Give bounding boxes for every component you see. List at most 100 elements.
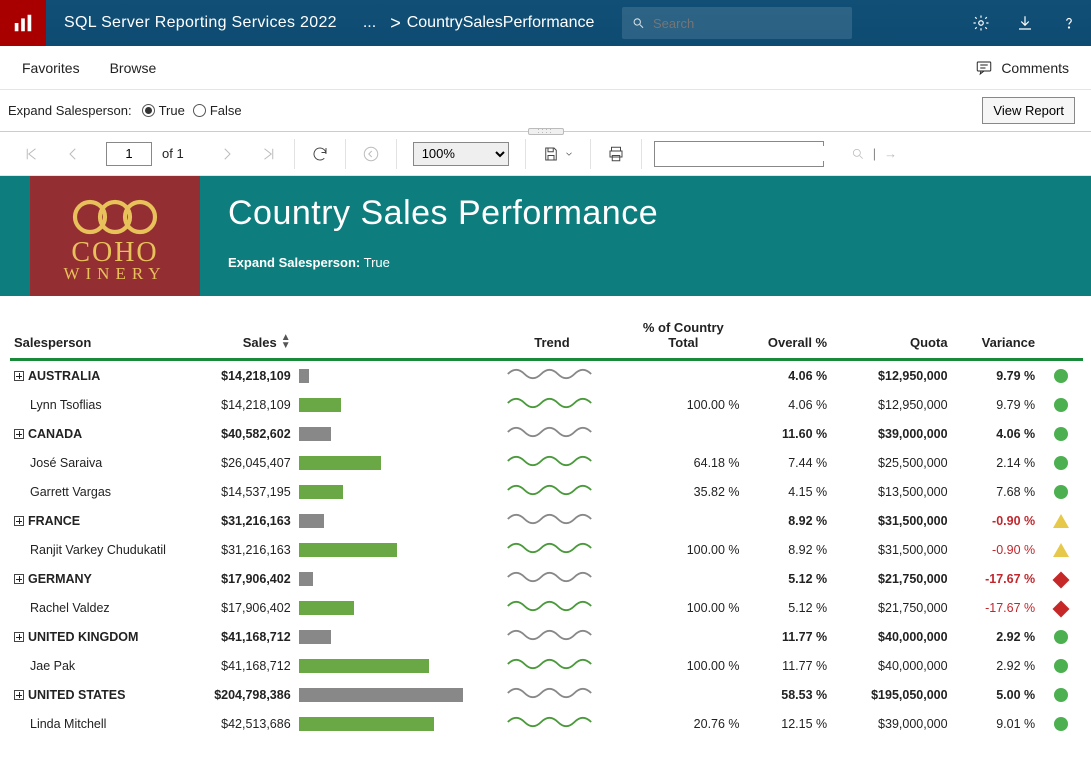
expand-toggle-icon[interactable] [14,371,24,381]
first-page-button[interactable] [10,132,52,176]
sparkline-icon [497,509,607,529]
expand-toggle-icon[interactable] [14,516,24,526]
print-icon [607,145,625,163]
cell-overall: 5.12 % [744,564,832,593]
search-input[interactable] [653,16,842,31]
radio-true[interactable]: True [142,103,185,118]
cell-name: José Saraiva [10,448,196,477]
cell-trend [481,360,623,391]
radio-dot-empty-icon [193,104,206,117]
back-button[interactable] [350,132,392,176]
expand-toggle-icon[interactable] [14,690,24,700]
cell-name[interactable]: GERMANY [10,564,196,593]
next-page-button[interactable] [206,132,248,176]
breadcrumb-page[interactable]: CountrySalesPerformance [407,14,595,32]
cell-sales: $41,168,712 [196,622,295,651]
cell-overall: 11.60 % [744,419,832,448]
cell-name[interactable]: UNITED STATES [10,680,196,709]
status-indicator-icon [1054,659,1068,673]
find-search-icon[interactable] [851,147,865,161]
save-icon [542,145,560,163]
table-row-group: FRANCE$31,216,1638.92 %$31,500,000-0.90 … [10,506,1083,535]
expand-toggle-icon[interactable] [14,429,24,439]
last-page-icon [260,145,278,163]
app-logo[interactable] [0,0,46,46]
cell-sales: $26,045,407 [196,448,295,477]
refresh-button[interactable] [299,132,341,176]
cell-pct [623,680,743,709]
breadcrumb-ellipsis[interactable]: ... [355,14,384,32]
status-indicator-icon [1054,427,1068,441]
settings-button[interactable] [959,0,1003,46]
zoom-cell: 100% [401,132,521,176]
gear-icon [972,14,990,32]
header-pct[interactable]: % of Country Total [623,314,743,360]
expand-toggle-icon[interactable] [14,632,24,642]
header-quota[interactable]: Quota [831,314,951,360]
cell-indicator [1039,593,1083,622]
header-overall[interactable]: Overall % [744,314,832,360]
cell-name: Rachel Valdez [10,593,196,622]
status-indicator-icon [1054,369,1068,383]
sparkline-icon [497,567,607,587]
search-box[interactable] [622,7,852,39]
help-button[interactable] [1047,0,1091,46]
comment-icon [975,59,993,77]
cell-overall: 11.77 % [744,622,832,651]
last-page-button[interactable] [248,132,290,176]
download-button[interactable] [1003,0,1047,46]
expand-toggle-icon[interactable] [14,574,24,584]
cell-name[interactable]: FRANCE [10,506,196,535]
find-next-icon[interactable]: → [884,146,897,161]
export-button[interactable] [530,132,586,176]
cell-trend [481,535,623,564]
download-icon [1016,14,1034,32]
cell-indicator [1039,535,1083,564]
cell-sales: $31,216,163 [196,535,295,564]
report-table: Salesperson Sales▲▼ Trend % of Country T… [10,314,1083,736]
sparkline-icon [497,364,607,384]
cell-pct: 100.00 % [623,593,743,622]
splitter-handle[interactable]: :::: [528,128,564,135]
secondary-nav: Favorites Browse Comments [0,46,1091,90]
cell-name[interactable]: UNITED KINGDOM [10,622,196,651]
cell-overall: 4.06 % [744,390,832,419]
sparkline-icon [497,480,607,500]
cell-trend [481,390,623,419]
radio-dot-filled-icon [142,104,155,117]
zoom-select[interactable]: 100% [413,142,509,166]
cell-trend [481,593,623,622]
view-report-button[interactable]: View Report [982,97,1075,124]
header-salesperson[interactable]: Salesperson [10,314,196,360]
cell-pct: 100.00 % [623,651,743,680]
breadcrumb-sep: > [384,13,407,34]
header-variance[interactable]: Variance [952,314,1040,360]
cell-trend [481,506,623,535]
top-nav: SQL Server Reporting Services 2022 ... >… [0,0,1091,46]
cell-name[interactable]: AUSTRALIA [10,360,196,391]
find-input[interactable] [655,146,843,161]
print-button[interactable] [595,132,637,176]
header-sales[interactable]: Sales▲▼ [196,314,295,360]
prev-page-button[interactable] [52,132,94,176]
cell-quota: $40,000,000 [831,651,951,680]
nav-browse[interactable]: Browse [110,60,157,76]
cell-overall: 4.06 % [744,360,832,391]
cell-bar [295,448,481,477]
cell-pct [623,419,743,448]
report-viewport[interactable]: COHOWINERY Country Sales Performance Exp… [0,176,1091,736]
cell-trend [481,477,623,506]
find-box[interactable]: | → [654,141,824,167]
cell-bar [295,477,481,506]
cell-name[interactable]: CANADA [10,419,196,448]
cell-trend [481,419,623,448]
cell-indicator [1039,506,1083,535]
cell-quota: $12,950,000 [831,390,951,419]
radio-false[interactable]: False [193,103,242,118]
cell-indicator [1039,680,1083,709]
header-trend[interactable]: Trend [481,314,623,360]
comments-button[interactable]: Comments [975,59,1069,77]
nav-favorites[interactable]: Favorites [22,60,80,76]
brand-logo: COHOWINERY [30,176,200,296]
page-number-input[interactable] [106,142,152,166]
